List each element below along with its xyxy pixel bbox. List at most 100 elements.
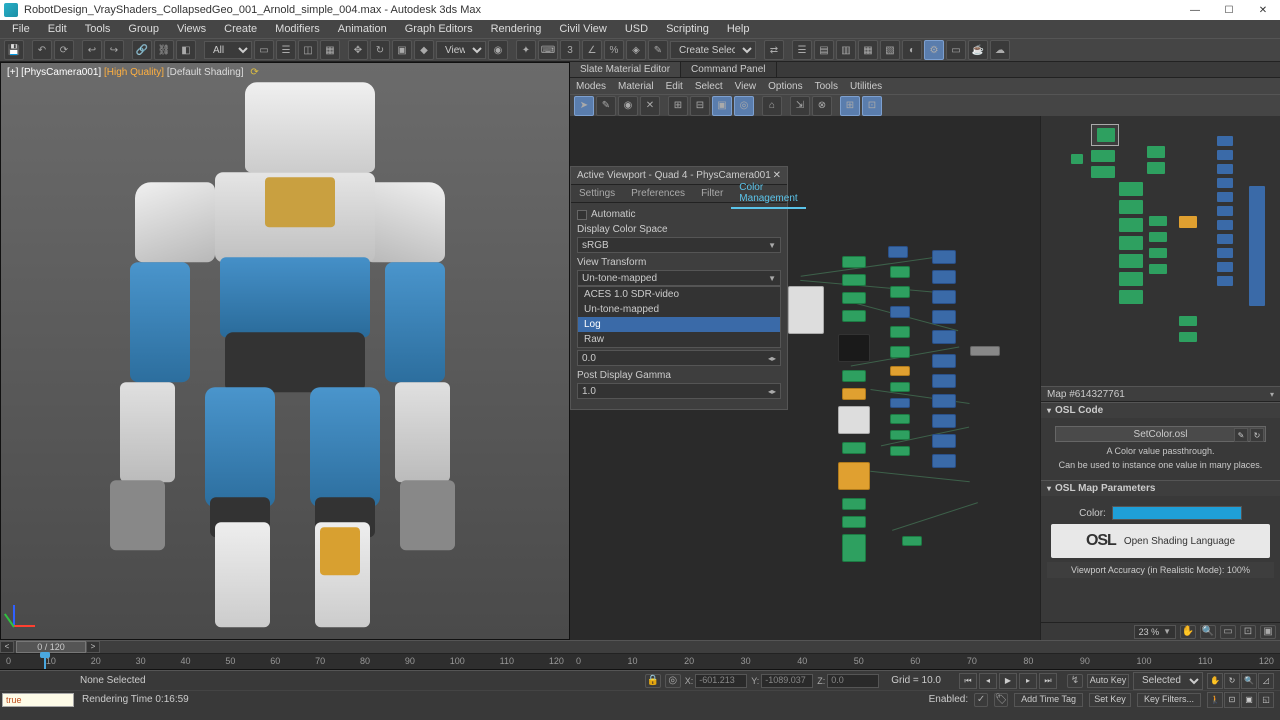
minimize-button[interactable]: — — [1178, 0, 1212, 20]
ref-coord-system[interactable]: View — [436, 41, 486, 59]
select-name-icon[interactable]: ☰ — [276, 40, 296, 60]
goto-end-icon[interactable]: ⏭ — [1039, 673, 1057, 689]
sme-target-icon[interactable]: ◎ — [734, 96, 754, 116]
sme-layoutall-icon[interactable]: ⊟ — [690, 96, 710, 116]
node-al[interactable] — [932, 454, 956, 468]
node-ab[interactable] — [932, 270, 956, 284]
menu-usd[interactable]: USD — [617, 21, 656, 37]
sme-nav-icon[interactable]: ⊞ — [840, 96, 860, 116]
viewport[interactable]: [+] [PhysCamera001] [High Quality] [Defa… — [0, 62, 570, 640]
edit-named-sel-icon[interactable]: ✎ — [648, 40, 668, 60]
node-h[interactable] — [842, 442, 866, 454]
vt-option-raw[interactable]: Raw — [578, 332, 780, 347]
node-img[interactable] — [838, 334, 870, 362]
y-coord-input[interactable]: -1089.037 — [761, 674, 813, 688]
node-c[interactable] — [842, 292, 866, 304]
color-swatch[interactable] — [1112, 506, 1242, 520]
zoom-fit-icon[interactable]: ▣ — [1260, 625, 1276, 639]
mirror-icon[interactable]: ⇄ — [764, 40, 784, 60]
node-f[interactable] — [842, 388, 866, 400]
zoom-pan-icon[interactable]: ✋ — [1180, 625, 1196, 639]
add-time-tag-icon[interactable]: 🏷 — [994, 693, 1008, 707]
node-ag[interactable] — [932, 354, 956, 368]
redo-history-icon[interactable]: ⟳ — [54, 40, 74, 60]
sme-menu-edit[interactable]: Edit — [666, 81, 683, 92]
manipulate-icon[interactable]: ✦ — [516, 40, 536, 60]
unlink-icon[interactable]: ⛓ — [154, 40, 174, 60]
setkey-button[interactable]: Set Key — [1089, 693, 1131, 707]
nav-zoom-icon[interactable]: 🔍 — [1241, 673, 1257, 689]
sme-menu-options[interactable]: Options — [768, 81, 802, 92]
frame-thumb[interactable]: 0 / 120 — [16, 641, 86, 653]
frame-next-icon[interactable]: > — [86, 641, 100, 653]
node-preview[interactable] — [788, 286, 824, 334]
zoom-region-icon[interactable]: ▭ — [1220, 625, 1236, 639]
bind-icon[interactable]: ◧ — [176, 40, 196, 60]
menu-civilview[interactable]: Civil View — [551, 21, 614, 37]
tab-slate-material-editor[interactable]: Slate Material Editor — [570, 62, 681, 77]
render-frame-icon[interactable]: ▭ — [946, 40, 966, 60]
node-y[interactable] — [902, 536, 922, 546]
vt-option-log[interactable]: Log — [578, 317, 780, 332]
menu-views[interactable]: Views — [169, 21, 214, 37]
sme-menu-utilities[interactable]: Utilities — [850, 81, 882, 92]
menu-help[interactable]: Help — [719, 21, 758, 37]
tab-command-panel[interactable]: Command Panel — [681, 62, 776, 77]
window-crossing-icon[interactable]: ▦ — [320, 40, 340, 60]
menu-group[interactable]: Group — [120, 21, 167, 37]
node-m[interactable] — [888, 246, 908, 258]
node-r[interactable] — [890, 346, 910, 358]
spinner-snap-icon[interactable]: ◈ — [626, 40, 646, 60]
key-filters-button[interactable]: Key Filters... — [1137, 693, 1201, 707]
vt-option-aces[interactable]: ACES 1.0 SDR-video — [578, 287, 780, 302]
node-w[interactable] — [890, 430, 910, 440]
time-ruler[interactable]: 0102030405060708090100110120 01020304050… — [0, 654, 1280, 670]
viewport-label[interactable]: [+] [PhysCamera001] [High Quality] [Defa… — [7, 67, 259, 78]
nav-zoomex-icon[interactable]: ▣ — [1241, 692, 1257, 708]
sme-menu-view[interactable]: View — [735, 81, 757, 92]
node-i[interactable] — [838, 462, 870, 490]
x-coord-input[interactable]: -601.213 — [695, 674, 747, 688]
undo-icon[interactable]: ↶ — [32, 40, 52, 60]
render-cloud-icon[interactable]: ☁ — [990, 40, 1010, 60]
node-ai[interactable] — [932, 394, 956, 408]
curve-editor-icon[interactable]: ▦ — [858, 40, 878, 60]
node-aj[interactable] — [932, 414, 956, 428]
node-p[interactable] — [890, 306, 910, 318]
nav-pan-icon[interactable]: ✋ — [1207, 673, 1223, 689]
move-icon[interactable]: ✥ — [348, 40, 368, 60]
node-x[interactable] — [890, 446, 910, 456]
rollout-osl-params[interactable]: OSL Map Parameters — [1041, 480, 1280, 496]
node-l[interactable] — [842, 534, 866, 562]
sme-param-icon[interactable]: ⊡ — [862, 96, 882, 116]
angle-snap-icon[interactable]: ∠ — [582, 40, 602, 60]
node-d[interactable] — [842, 310, 866, 322]
node-ae[interactable] — [932, 330, 956, 344]
layer-explorer-icon[interactable]: ▤ — [814, 40, 834, 60]
menu-file[interactable]: File — [4, 21, 38, 37]
node-v[interactable] — [890, 414, 910, 424]
nav-orbit-icon[interactable]: ↻ — [1224, 673, 1240, 689]
menu-tools[interactable]: Tools — [77, 21, 119, 37]
schematic-icon[interactable]: ▧ — [880, 40, 900, 60]
node-q[interactable] — [890, 326, 910, 338]
use-pivot-icon[interactable]: ◉ — [488, 40, 508, 60]
dialog-tab-settings[interactable]: Settings — [571, 185, 623, 202]
close-button[interactable]: ✕ — [1246, 0, 1280, 20]
render-icon[interactable]: ☕ — [968, 40, 988, 60]
menu-rendering[interactable]: Rendering — [483, 21, 550, 37]
sme-movechild-icon[interactable]: ⇲ — [790, 96, 810, 116]
node-ac[interactable] — [932, 290, 956, 304]
autokey-button[interactable]: Auto Key — [1087, 674, 1129, 688]
sme-preview-icon[interactable]: ▣ — [712, 96, 732, 116]
sme-layout-icon[interactable]: ⊞ — [668, 96, 688, 116]
menu-scripting[interactable]: Scripting — [658, 21, 717, 37]
frame-slider[interactable]: < 0 / 120 > — [0, 640, 1280, 654]
link-icon[interactable]: 🔗 — [132, 40, 152, 60]
select-icon[interactable]: ▭ — [254, 40, 274, 60]
navigator-minimap[interactable] — [1041, 116, 1280, 386]
nav-fov-icon[interactable]: ◿ — [1258, 673, 1274, 689]
node-ah[interactable] — [932, 374, 956, 388]
zoom-mag-icon[interactable]: 🔍 — [1200, 625, 1216, 639]
add-time-tag-button[interactable]: Add Time Tag — [1014, 693, 1083, 707]
